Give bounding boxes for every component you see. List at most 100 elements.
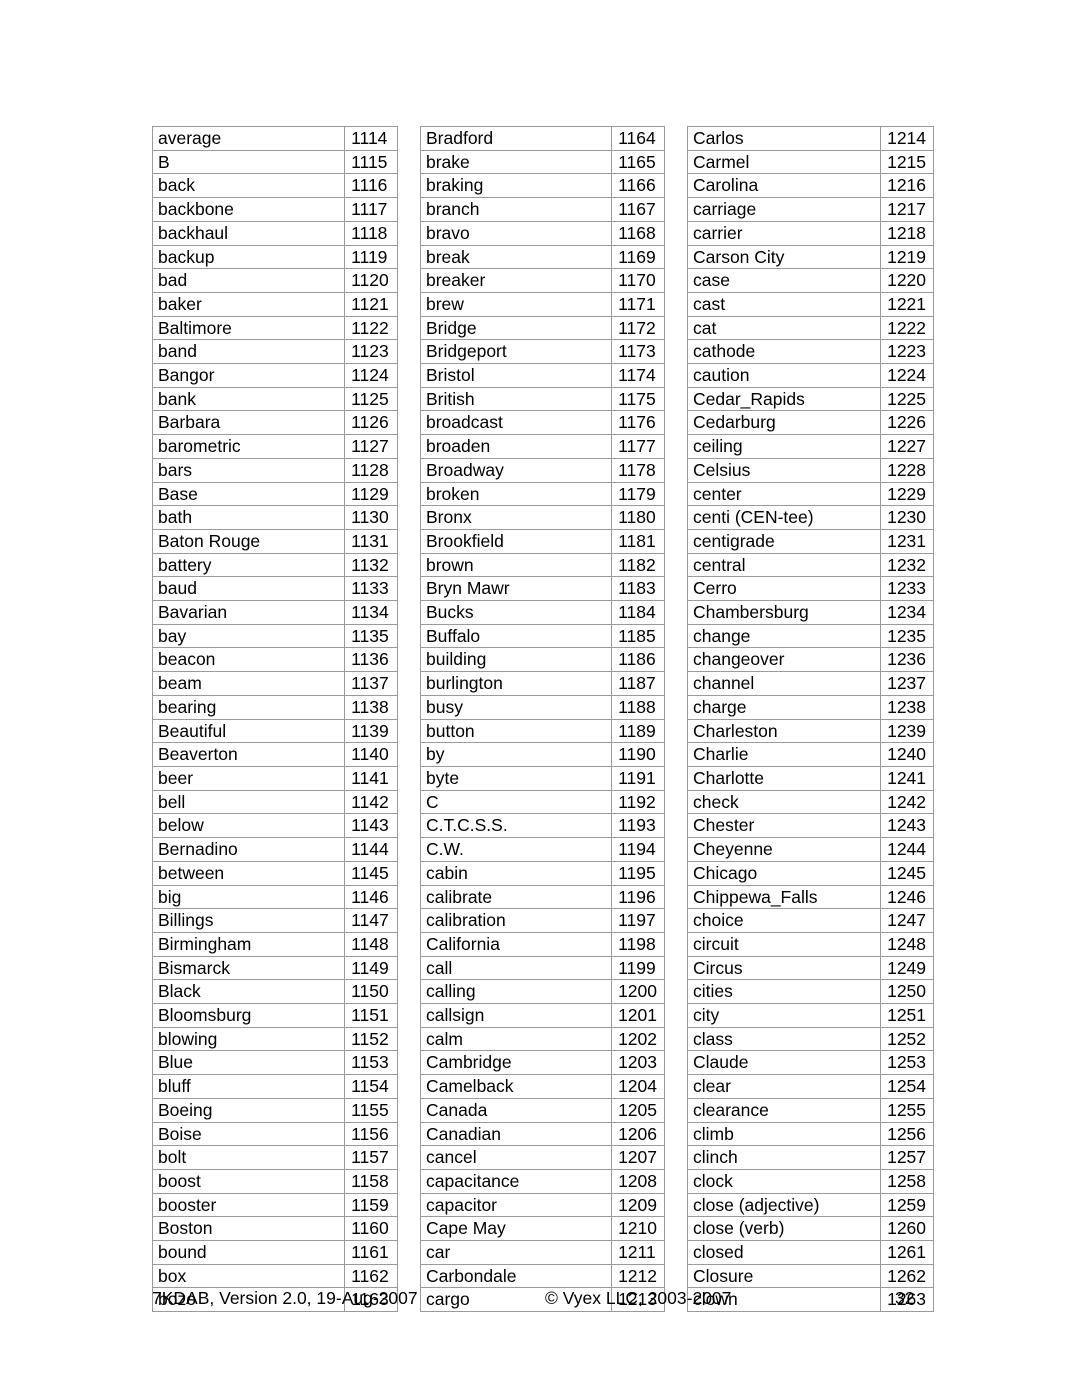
table-row: Cambridge 1203 [419,1050,665,1076]
glossary-term: big [151,884,346,910]
table-row: below 1143 [151,813,398,839]
footer-document-version: 7KDAB, Version 2.0, 19-Aug-2007 [152,1288,418,1308]
glossary-term: centi (CEN-tee) [686,505,882,530]
glossary-code: 1186 [611,647,665,673]
table-row: Charleston 1239 [686,718,934,744]
table-row: Blue 1153 [151,1050,398,1076]
glossary-code: 1256 [880,1121,934,1147]
glossary-term: baud [151,576,346,602]
glossary-term: bell [151,789,346,815]
glossary-term: Celsius [686,457,882,483]
glossary-term: Chicago [686,860,882,886]
glossary-term: below [151,813,346,839]
glossary-code: 1259 [880,1192,934,1218]
glossary-term: clearance [686,1097,882,1123]
glossary-code: 1146 [344,884,398,910]
glossary-code: 1159 [344,1192,398,1218]
glossary-term: calling [419,979,613,1005]
table-row: centi (CEN-tee) 1230 [686,505,934,530]
table-row: broken 1179 [419,481,665,507]
glossary-code: 1212 [611,1263,665,1289]
table-row: change 1235 [686,623,934,649]
table-row: backbone 1117 [151,197,398,222]
glossary-code: 1248 [880,931,934,957]
glossary-term: caution [686,363,882,388]
table-row: burlington 1187 [419,671,665,696]
table-row: Camelback 1204 [419,1074,665,1099]
glossary-code: 1208 [611,1168,665,1194]
table-row: Beautiful 1139 [151,718,398,744]
glossary-code: 1214 [880,126,934,151]
table-row: baker 1121 [151,291,398,317]
glossary-code: 1189 [611,718,665,744]
glossary-code: 1197 [611,908,665,933]
glossary-code: 1145 [344,860,398,886]
table-row: bluff 1154 [151,1074,398,1099]
glossary-code: 1236 [880,647,934,673]
glossary-code: 1155 [344,1097,398,1123]
glossary-term: clear [686,1074,882,1099]
glossary-code: 1136 [344,647,398,673]
glossary-term: Claude [686,1050,882,1076]
glossary-body-column-1: average 1114 B 1115 back 1116 backbone 1117 back… [151,126,398,1313]
glossary-code: 1261 [880,1240,934,1265]
glossary-code: 1153 [344,1050,398,1076]
table-row: caution 1224 [686,363,934,388]
glossary-term: by [419,742,613,767]
table-row: carriage 1217 [686,197,934,222]
glossary-code: 1162 [344,1263,398,1289]
table-row: close (verb) 1260 [686,1216,934,1242]
table-row: centigrade 1231 [686,528,934,554]
glossary-term: Carlos [686,126,882,151]
glossary-code: 1238 [880,694,934,720]
table-row: clear 1254 [686,1074,934,1099]
table-row: big 1146 [151,884,398,910]
glossary-term: barometric [151,434,346,459]
table-row: city 1251 [686,1003,934,1028]
glossary-body-column-3: Carlos 1214 Carmel 1215 Carolina 1216 carriage… [686,126,934,1313]
glossary-term: clinch [686,1145,882,1170]
glossary-code: 1203 [611,1050,665,1076]
glossary-code: 1167 [611,197,665,222]
glossary-term: Bradford [419,126,613,151]
glossary-code: 1139 [344,718,398,744]
glossary-code: 1220 [880,268,934,293]
glossary-code: 1121 [344,291,398,317]
table-row: byte 1191 [419,765,665,791]
table-row: branch 1167 [419,197,665,222]
table-row: backup 1119 [151,244,398,270]
glossary-term: Cerro [686,576,882,602]
table-row: Black 1150 [151,979,398,1005]
glossary-code: 1116 [344,173,398,199]
glossary-term: cathode [686,339,882,365]
glossary-term: cat [686,315,882,341]
table-row: ceiling 1227 [686,434,934,459]
table-row: broadcast 1176 [419,410,665,436]
glossary-term: capacitance [419,1168,613,1194]
table-row: bolt 1157 [151,1145,398,1170]
glossary-code: 1201 [611,1003,665,1028]
glossary-code: 1217 [880,197,934,222]
glossary-term: carrier [686,220,882,246]
glossary-code: 1161 [344,1240,398,1265]
table-row: band 1123 [151,339,398,365]
glossary-code: 1151 [344,1003,398,1028]
table-row: capacitor 1209 [419,1192,665,1218]
glossary-term: byte [419,765,613,791]
glossary-code: 1173 [611,339,665,365]
glossary-code: 1200 [611,979,665,1005]
glossary-term: carriage [686,197,882,222]
glossary-term: Boston [151,1216,346,1242]
glossary-code: 1194 [611,837,665,862]
glossary-code: 1253 [880,1050,934,1076]
glossary-code: 1242 [880,789,934,815]
glossary-term: cities [686,979,882,1005]
glossary-code: 1150 [344,979,398,1005]
glossary-code: 1225 [880,386,934,412]
table-row: Bismarck 1149 [151,955,398,981]
footer-copyright: © Vyex LLC, 2003-2007 [545,1288,732,1308]
table-row: beacon 1136 [151,647,398,673]
table-row: Birmingham 1148 [151,931,398,957]
glossary-code: 1179 [611,481,665,507]
glossary-table-column-3: Carlos 1214 Carmel 1215 Carolina 1216 carriage… [686,126,934,1313]
